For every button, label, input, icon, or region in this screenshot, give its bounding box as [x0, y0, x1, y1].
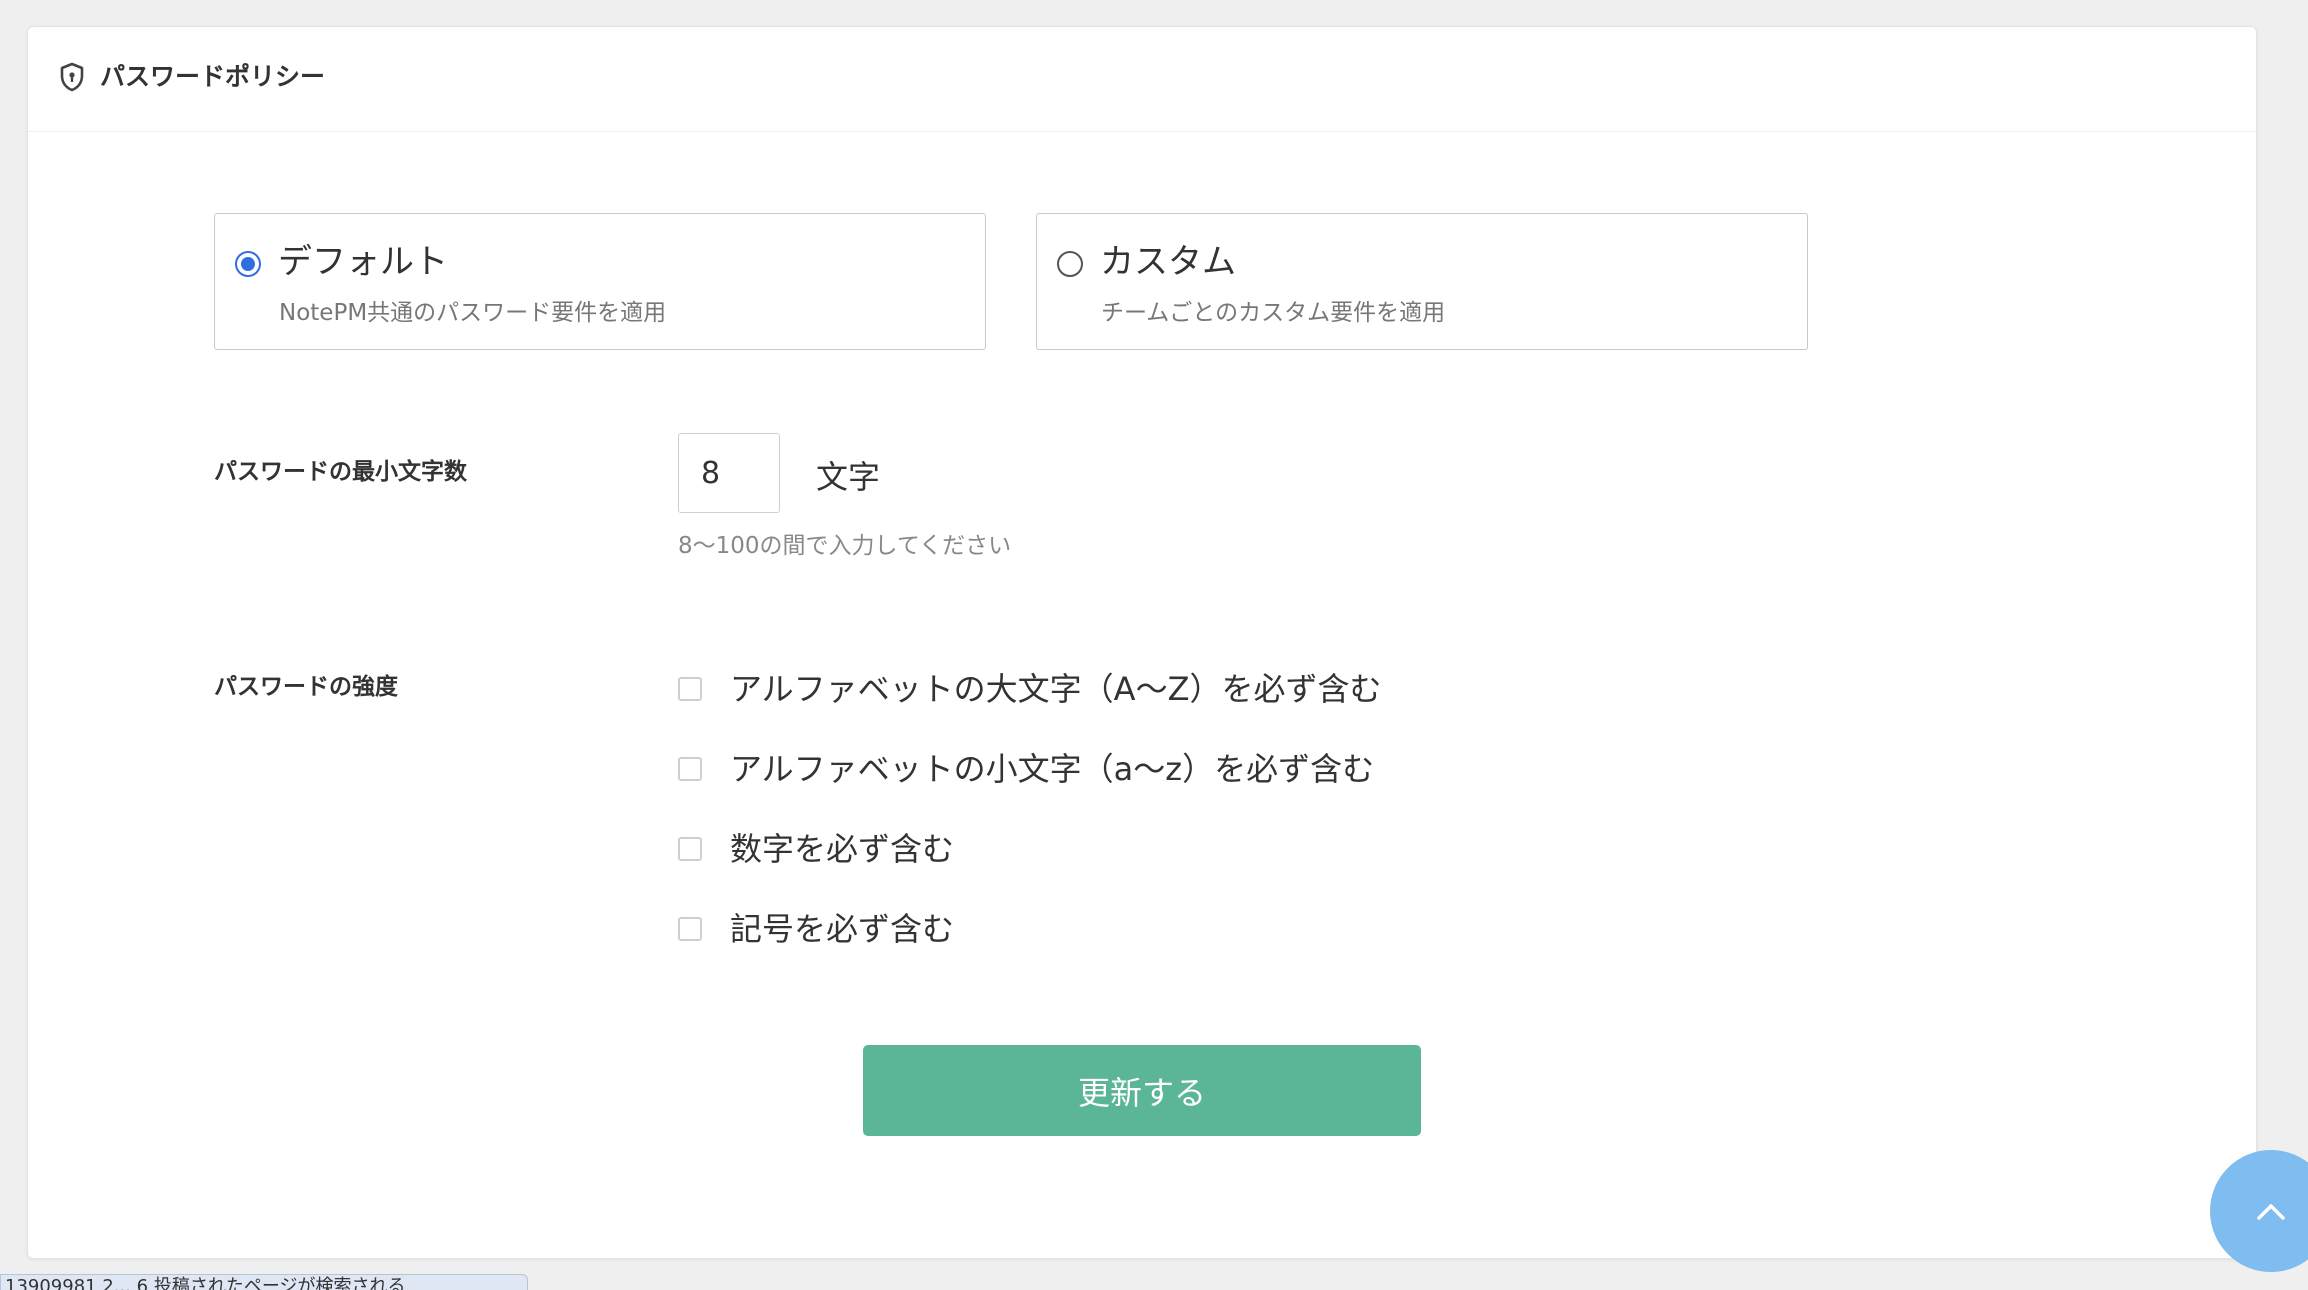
checkbox-lowercase[interactable]: [678, 757, 702, 781]
radio-default[interactable]: [235, 251, 261, 277]
browser-status-bar: 13909981 2... 6 投稿されたページが検索される: [0, 1274, 528, 1290]
option-description: チームごとのカスタム要件を適用: [1101, 300, 1446, 326]
card-header: パスワードポリシー: [28, 27, 2256, 132]
checkbox-digits[interactable]: [678, 837, 702, 861]
option-title: カスタム: [1100, 242, 1236, 282]
checkbox-symbols[interactable]: [678, 917, 702, 941]
update-button[interactable]: 更新する: [863, 1045, 1421, 1136]
strength-label: パスワードの強度: [214, 674, 398, 700]
min-length-unit: 文字: [816, 458, 881, 496]
page-title: パスワードポリシー: [100, 62, 326, 91]
checkbox-label: 記号を必ず含む: [730, 910, 955, 948]
checkbox-label: アルファベットの小文字（a〜z）を必ず含む: [730, 750, 1375, 788]
checkbox-label: アルファベットの大文字（A〜Z）を必ず含む: [730, 670, 1382, 708]
checkbox-label: 数字を必ず含む: [730, 830, 955, 868]
checkbox-uppercase[interactable]: [678, 677, 702, 701]
chevron-up-icon: [2257, 1204, 2285, 1220]
shield-icon: [60, 62, 84, 92]
radio-custom[interactable]: [1057, 251, 1083, 277]
policy-option-default[interactable]: デフォルト NotePM共通のパスワード要件を適用: [214, 213, 986, 350]
policy-option-custom[interactable]: カスタム チームごとのカスタム要件を適用: [1036, 213, 1808, 350]
min-length-label: パスワードの最小文字数: [214, 459, 467, 485]
option-description: NotePM共通のパスワード要件を適用: [279, 300, 667, 326]
min-length-hint: 8〜100の間で入力してください: [678, 533, 1012, 559]
option-title: デフォルト: [278, 242, 448, 282]
min-length-input[interactable]: [678, 433, 780, 513]
status-text: 13909981 2... 6 投稿されたページが検索される: [5, 1276, 406, 1290]
password-policy-card: パスワードポリシー デフォルト NotePM共通のパスワード要件を適用 カスタム…: [27, 26, 2257, 1259]
